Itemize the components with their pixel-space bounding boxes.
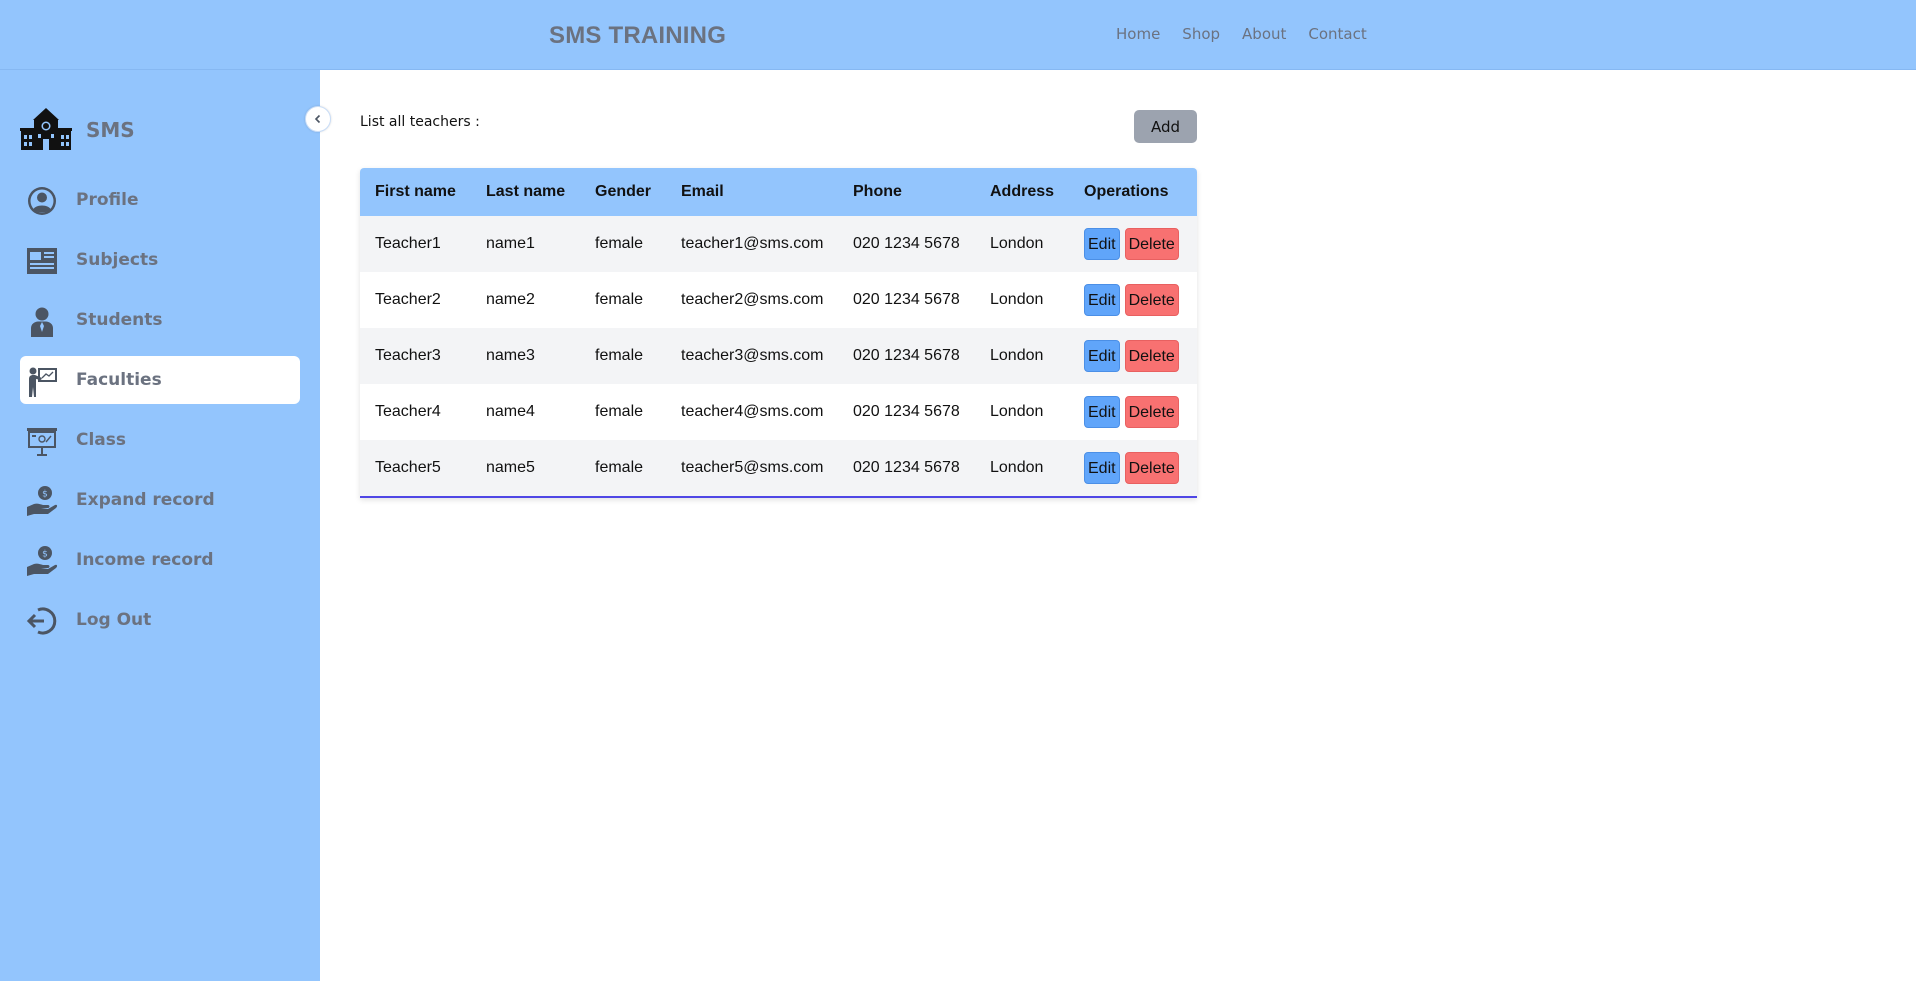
school-building-icon xyxy=(20,108,72,150)
money-hand-icon: $ xyxy=(27,486,58,516)
delete-button[interactable]: Delete xyxy=(1124,452,1179,484)
cell-gender: female xyxy=(595,235,644,252)
cell-operations: Edit Delete xyxy=(1069,328,1197,384)
column-header: Last name xyxy=(486,183,566,200)
cell-address: London xyxy=(990,403,1044,420)
delete-button[interactable]: Delete xyxy=(1124,284,1179,316)
cell-last-name: name1 xyxy=(486,235,535,252)
column-header: First name xyxy=(375,183,456,200)
nav-home-link[interactable]: Home xyxy=(1116,25,1160,43)
cell-operations: Edit Delete xyxy=(1069,272,1197,328)
table-row: Teacher5 name5 female teacher5@sms.com 0… xyxy=(360,440,1197,496)
cell-email: teacher1@sms.com xyxy=(681,235,824,252)
sidebar-item-label: Faculties xyxy=(76,370,162,390)
add-teacher-button[interactable]: Add xyxy=(1134,110,1197,143)
teachers-table: First name Last name Gender Email Phone … xyxy=(360,168,1197,498)
cell-email: teacher2@sms.com xyxy=(681,291,824,308)
cell-email: teacher4@sms.com xyxy=(681,403,824,420)
table-row: Teacher4 name4 female teacher4@sms.com 0… xyxy=(360,384,1197,440)
cell-email: teacher5@sms.com xyxy=(681,459,824,476)
logo-text: SMS xyxy=(86,118,135,142)
sidebar-item-label: Class xyxy=(76,430,127,450)
cell-first-name: Teacher2 xyxy=(375,291,441,308)
edit-button[interactable]: Edit xyxy=(1084,452,1120,484)
sidebar-item-faculties[interactable]: Faculties xyxy=(20,356,300,404)
logout-icon xyxy=(26,607,57,635)
delete-button[interactable]: Delete xyxy=(1124,340,1179,372)
teacher-board-icon xyxy=(29,367,57,397)
sidebar-item-students[interactable]: Students xyxy=(20,296,300,344)
sidebar-item-label: Expand record xyxy=(76,490,215,510)
nav-contact-link[interactable]: Contact xyxy=(1308,25,1366,43)
cell-address: London xyxy=(990,459,1044,476)
sidebar-item-label: Log Out xyxy=(76,610,152,630)
sidebar-item-subjects[interactable]: Subjects xyxy=(20,236,300,284)
cell-first-name: Teacher5 xyxy=(375,459,441,476)
sidebar-item-profile[interactable]: Profile xyxy=(20,176,300,224)
table-row: Teacher3 name3 female teacher3@sms.com 0… xyxy=(360,328,1197,384)
cell-last-name: name2 xyxy=(486,291,535,308)
cell-phone: 020 1234 5678 xyxy=(853,459,960,476)
top-navbar: SMS TRAINING Home Shop About Contact xyxy=(0,0,1916,70)
edit-button[interactable]: Edit xyxy=(1084,228,1120,260)
sidebar-collapse-button[interactable] xyxy=(305,106,331,132)
column-header: Email xyxy=(681,183,724,200)
chevron-left-icon xyxy=(314,114,321,124)
sidebar-item-label: Students xyxy=(76,310,163,330)
classroom-board-icon xyxy=(27,428,57,456)
cell-operations: Edit Delete xyxy=(1069,216,1197,272)
cell-last-name: name3 xyxy=(486,347,535,364)
cell-phone: 020 1234 5678 xyxy=(853,291,960,308)
cell-phone: 020 1234 5678 xyxy=(853,403,960,420)
column-header: Phone xyxy=(853,183,902,200)
cell-phone: 020 1234 5678 xyxy=(853,235,960,252)
cell-last-name: name4 xyxy=(486,403,535,420)
edit-button[interactable]: Edit xyxy=(1084,340,1120,372)
sidebar-item-label: Subjects xyxy=(76,250,159,270)
svg-text:$: $ xyxy=(42,550,48,560)
delete-button[interactable]: Delete xyxy=(1124,396,1179,428)
sidebar-item-label: Income record xyxy=(76,550,214,570)
sidebar-item-logout[interactable]: Log Out xyxy=(20,596,300,644)
money-hand-icon: $ xyxy=(27,546,58,576)
nav-about-link[interactable]: About xyxy=(1242,25,1286,43)
edit-button[interactable]: Edit xyxy=(1084,396,1120,428)
cell-first-name: Teacher3 xyxy=(375,347,441,364)
sidebar-item-class[interactable]: Class xyxy=(20,416,300,464)
brand-title: SMS TRAINING xyxy=(549,22,727,49)
cell-address: London xyxy=(990,235,1044,252)
nav-shop-link[interactable]: Shop xyxy=(1182,25,1220,43)
edit-button[interactable]: Edit xyxy=(1084,284,1120,316)
sidebar-item-income-record[interactable]: $ Income record xyxy=(20,536,300,584)
cell-email: teacher3@sms.com xyxy=(681,347,824,364)
cell-first-name: Teacher4 xyxy=(375,403,441,420)
delete-button[interactable]: Delete xyxy=(1124,228,1179,260)
cell-gender: female xyxy=(595,403,644,420)
sidebar-item-expand-record[interactable]: $ Expand record xyxy=(20,476,300,524)
column-header: Gender xyxy=(595,183,652,200)
cell-phone: 020 1234 5678 xyxy=(853,347,960,364)
subjects-icon xyxy=(27,248,57,274)
cell-gender: female xyxy=(595,291,644,308)
table-header-row: First name Last name Gender Email Phone … xyxy=(360,168,1197,216)
page-title: List all teachers : xyxy=(360,114,480,130)
cell-operations: Edit Delete xyxy=(1069,440,1197,496)
top-nav: Home Shop About Contact xyxy=(1116,25,1389,43)
cell-first-name: Teacher1 xyxy=(375,235,441,252)
table-row: Teacher1 name1 female teacher1@sms.com 0… xyxy=(360,216,1197,272)
student-icon xyxy=(31,307,53,337)
sidebar-item-label: Profile xyxy=(76,190,139,210)
cell-last-name: name5 xyxy=(486,459,535,476)
cell-address: London xyxy=(990,347,1044,364)
svg-text:$: $ xyxy=(42,490,48,500)
user-circle-icon xyxy=(28,187,56,215)
cell-address: London xyxy=(990,291,1044,308)
column-header: Address xyxy=(990,183,1055,200)
cell-gender: female xyxy=(595,459,644,476)
school-logo xyxy=(19,106,73,152)
table-row: Teacher2 name2 female teacher2@sms.com 0… xyxy=(360,272,1197,328)
cell-operations: Edit Delete xyxy=(1069,384,1197,440)
column-header: Operations xyxy=(1084,183,1169,200)
cell-gender: female xyxy=(595,347,644,364)
